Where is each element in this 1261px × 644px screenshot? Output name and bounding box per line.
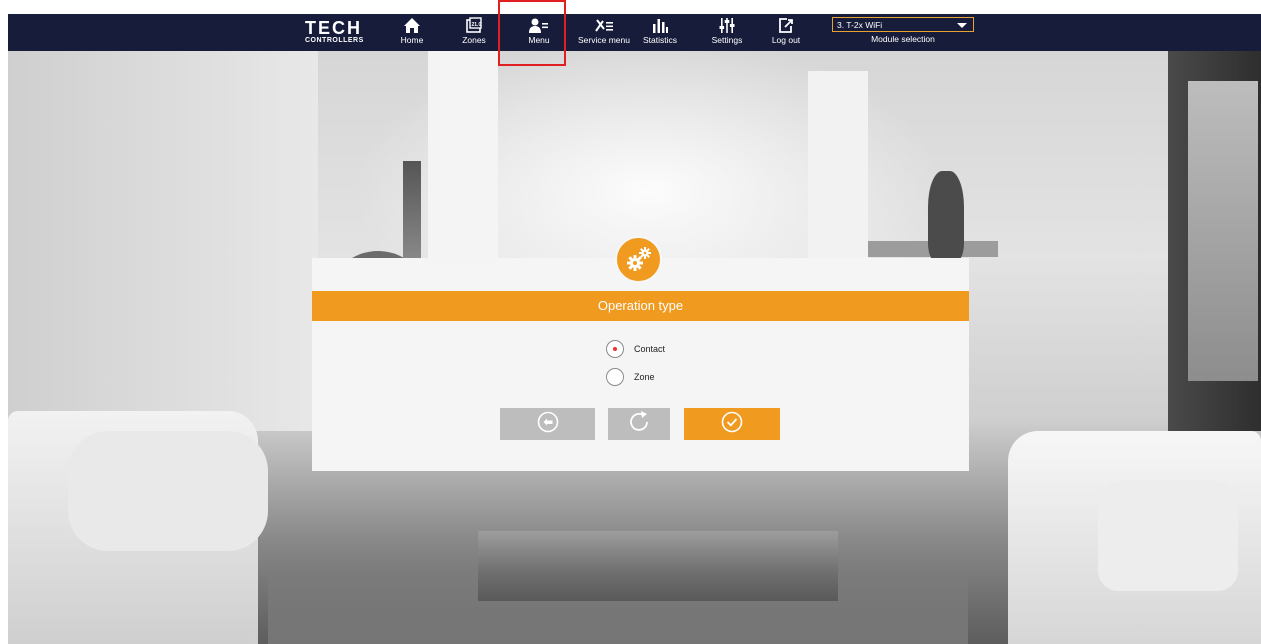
logo-subtext: CONTROLLERS xyxy=(305,37,364,44)
nav-label: Menu xyxy=(528,35,550,45)
nav-label: Zones xyxy=(462,35,486,45)
nav-label: Statistics xyxy=(642,35,677,45)
nav-service-menu[interactable]: Service menu xyxy=(574,17,634,49)
module-select-value: 3. T-2x WiFi xyxy=(837,20,883,30)
logo-text: TECH xyxy=(305,18,362,38)
nav-settings[interactable]: Settings xyxy=(706,17,748,49)
back-button[interactable] xyxy=(500,408,595,440)
nav-label: Home xyxy=(400,35,424,45)
module-selection: 3. T-2x WiFi Module selection xyxy=(832,17,974,49)
bg-cushion xyxy=(68,431,268,551)
radio-dot xyxy=(613,347,617,351)
back-arrow-icon xyxy=(537,411,559,438)
checkmark-icon xyxy=(721,411,743,438)
statistics-bars-icon xyxy=(636,17,684,35)
nav-label: Settings xyxy=(711,35,743,45)
nav-zones[interactable]: 21.0 Zones xyxy=(454,17,494,49)
chevron-down-icon xyxy=(957,23,967,28)
radio-button-selected[interactable] xyxy=(606,340,624,358)
bg-floor xyxy=(268,571,968,644)
nav-statistics[interactable]: Statistics xyxy=(636,17,684,49)
refresh-icon xyxy=(626,409,652,440)
nav-label: Service menu xyxy=(578,35,630,45)
nav-menu[interactable]: Menu xyxy=(520,17,558,49)
top-navigation-bar: TECH CONTROLLERS Home 21.0 Zones Menu Se… xyxy=(8,14,1261,51)
module-select-dropdown[interactable]: 3. T-2x WiFi xyxy=(832,17,974,32)
refresh-button[interactable] xyxy=(608,408,670,440)
gears-icon xyxy=(615,236,662,283)
bg-vase xyxy=(928,171,964,261)
nav-logout[interactable]: Log out xyxy=(766,17,806,49)
nav-home[interactable]: Home xyxy=(392,17,432,49)
service-tools-icon xyxy=(574,17,634,35)
bg-left-wall xyxy=(8,51,318,431)
bg-window xyxy=(1188,81,1258,381)
tech-controllers-logo[interactable]: TECH CONTROLLERS xyxy=(305,19,385,47)
confirm-button[interactable] xyxy=(684,408,780,440)
home-icon xyxy=(392,17,432,35)
menu-user-icon xyxy=(520,17,558,35)
logout-icon xyxy=(766,17,806,35)
dialog-title: Operation type xyxy=(312,291,969,321)
nav-label: Log out xyxy=(771,35,801,45)
settings-sliders-icon xyxy=(706,17,748,35)
zones-icon: 21.0 xyxy=(454,17,494,35)
bg-cushion xyxy=(1098,481,1238,591)
svg-text:21.0: 21.0 xyxy=(472,22,482,28)
radio-button[interactable] xyxy=(606,368,624,386)
option-label: Zone xyxy=(634,372,655,382)
module-select-caption: Module selection xyxy=(871,34,935,44)
option-label: Contact xyxy=(634,344,666,354)
